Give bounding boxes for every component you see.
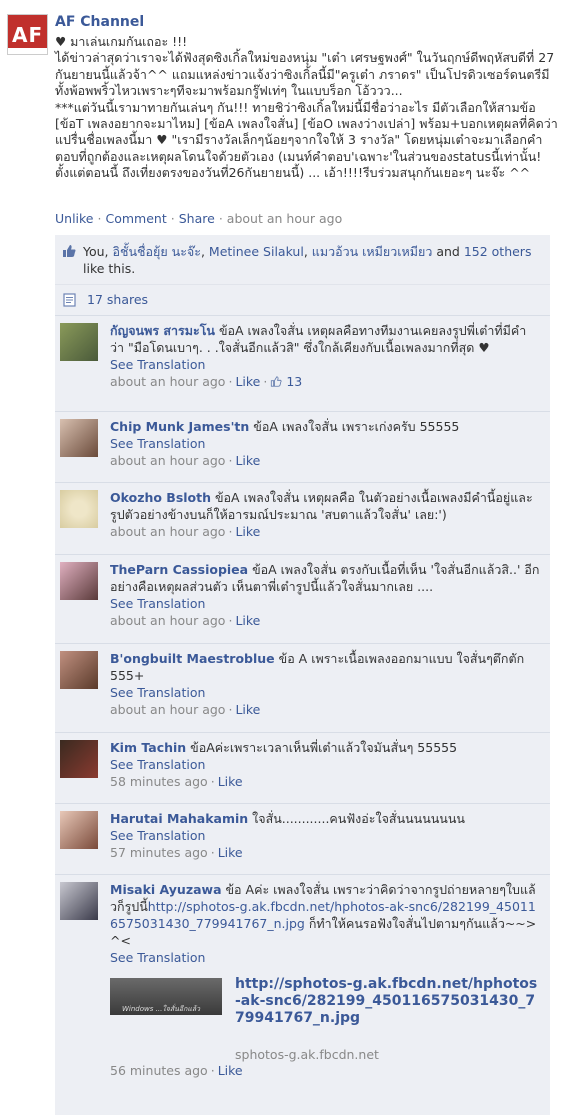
see-translation-link[interactable]: See Translation (110, 685, 205, 700)
comment-time[interactable]: about an hour ago (110, 702, 225, 717)
comment-time[interactable]: 58 minutes ago (110, 774, 208, 789)
comment-author[interactable]: Chip Munk James'tn (110, 419, 249, 434)
comment-like-link[interactable]: Like (218, 774, 243, 789)
see-translation-link[interactable]: See Translation (110, 828, 205, 843)
comment-like-link[interactable]: Like (235, 524, 260, 539)
comment: TheParn Cassiopiea ข้อA เพลงใจสั่น ตรงกั… (55, 555, 550, 644)
see-translation-link[interactable]: See Translation (110, 950, 205, 965)
thumbs-up-icon (271, 376, 282, 387)
attachment-source: sphotos-g.ak.fbcdn.net (235, 1047, 379, 1062)
comment-content: B'ongbuilt Maestroblue ข้อ A เพราะเนื้อเ… (110, 650, 540, 684)
comment-meta: 58 minutes ago · Like (110, 774, 243, 789)
commenter-avatar[interactable] (60, 562, 98, 600)
comment-meta: about an hour ago · Like (110, 453, 261, 468)
comment-time[interactable]: 56 minutes ago (110, 1063, 208, 1078)
comment-like-link[interactable]: Like (235, 702, 260, 717)
post-timestamp[interactable]: about an hour ago (227, 211, 342, 226)
comment-content: Harutai Mahakamin ใจสั่น............คนฟั… (110, 810, 540, 827)
comment-meta: 57 minutes ago · Like (110, 845, 243, 860)
comment-author[interactable]: TheParn Cassiopiea (110, 562, 248, 577)
comment-meta: about an hour ago · Like (110, 613, 261, 628)
comment: Misaki Ayuzawa ข้อ Aค่ะ เพลงใจสั่น เพราะ… (55, 875, 550, 1115)
comment-content: Okozho Bsloth ข้อA เพลงใจสั่น เหตุผลคือ … (110, 489, 540, 523)
commenter-avatar[interactable] (60, 740, 98, 778)
commenter-avatar[interactable] (60, 651, 98, 689)
commenter-avatar[interactable] (60, 811, 98, 849)
comment-link[interactable]: Comment (106, 211, 167, 226)
post-text: ♥ มาเล่นเกมกันเถอะ !!! ได้ข่าวล่าสุดว่าเ… (55, 34, 558, 181)
feedback-box: You, อิชั้นชื่อยุ้ย นะจ๊ะ, Metinee Silak… (55, 235, 550, 1115)
commenter-avatar[interactable] (60, 882, 98, 920)
page-avatar[interactable]: AF (7, 14, 48, 55)
post-actions: Unlike · Comment · Share · about an hour ago (55, 211, 343, 226)
thumbs-up-icon (63, 245, 76, 257)
comment: Harutai Mahakamin ใจสั่น............คนฟั… (55, 804, 550, 875)
comment-author[interactable]: Misaki Ayuzawa (110, 882, 222, 897)
comment: B'ongbuilt Maestroblue ข้อ A เพราะเนื้อเ… (55, 644, 550, 733)
comment-like-link[interactable]: Like (218, 1063, 243, 1078)
comment-text: ใจสั่น............คนฟังอ่ะใจสั่นนนนนนนน (248, 811, 465, 826)
commenter-avatar[interactable] (60, 323, 98, 361)
comment-content: TheParn Cassiopiea ข้อA เพลงใจสั่น ตรงกั… (110, 561, 540, 595)
comment-author[interactable]: Kim Tachin (110, 740, 186, 755)
comment-author[interactable]: B'ongbuilt Maestroblue (110, 651, 275, 666)
likes-others-link[interactable]: 152 others (464, 244, 532, 259)
comment-author[interactable]: Okozho Bsloth (110, 490, 211, 505)
comment-meta: 56 minutes ago · Like (110, 1063, 243, 1078)
comment: Okozho Bsloth ข้อA เพลงใจสั่น เหตุผลคือ … (55, 483, 550, 555)
comment-meta: about an hour ago · Like (110, 524, 261, 539)
share-icon (63, 293, 76, 307)
unlike-link[interactable]: Unlike (55, 211, 94, 226)
page-logo-text: AF (12, 23, 44, 47)
see-translation-link[interactable]: See Translation (110, 757, 205, 772)
commenter-avatar[interactable] (60, 490, 98, 528)
see-translation-link[interactable]: See Translation (110, 357, 205, 372)
comment-meta: about an hour ago · Like · 13 (110, 374, 303, 389)
liker-3[interactable]: แมวอ้วน เหมียวเหมียว (312, 244, 433, 259)
shares-link[interactable]: 17 shares (87, 292, 148, 307)
comment-like-count[interactable]: 13 (270, 374, 302, 389)
comment-content: Chip Munk James'tn ข้อA เพลงใจสั่น เพราะ… (110, 418, 540, 435)
shares-row: 17 shares (55, 285, 550, 316)
comment-time[interactable]: about an hour ago (110, 613, 225, 628)
comment-author[interactable]: Harutai Mahakamin (110, 811, 248, 826)
comment-text: ข้อAค่ะเพราะเวลาเห็นพี่เต๋าแล้วใจมันสั่น… (186, 740, 458, 755)
attachment-thumbnail[interactable]: Windows ...ใจสั่นอีกแล้ว (110, 978, 222, 1015)
comment-time[interactable]: about an hour ago (110, 524, 225, 539)
commenter-avatar[interactable] (60, 419, 98, 457)
comment: Kim Tachin ข้อAค่ะเพราะเวลาเห็นพี่เต๋าแล… (55, 733, 550, 804)
likes-row: You, อิชั้นชื่อยุ้ย นะจ๊ะ, Metinee Silak… (55, 235, 550, 285)
comment-author[interactable]: กัญจนพร สารมะโน (110, 323, 215, 338)
see-translation-link[interactable]: See Translation (110, 596, 205, 611)
comment-content: Misaki Ayuzawa ข้อ Aค่ะ เพลงใจสั่น เพราะ… (110, 881, 540, 949)
comment-time[interactable]: about an hour ago (110, 453, 225, 468)
comment-content: กัญจนพร สารมะโน ข้อA เพลงใจสั่น เหตุผลคื… (110, 322, 540, 356)
comment-like-link[interactable]: Like (218, 845, 243, 860)
comment-meta: about an hour ago · Like (110, 702, 261, 717)
attachment-link[interactable]: http://sphotos-g.ak.fbcdn.net/hphotos-ak… (235, 976, 540, 1027)
comment-text: ข้อA เพลงใจสั่น เพราะเก่งครับ 55555 (249, 419, 460, 434)
comment-time[interactable]: 57 minutes ago (110, 845, 208, 860)
page-name-link[interactable]: AF Channel (55, 14, 144, 30)
liker-2[interactable]: Metinee Silakul (209, 244, 304, 259)
comment-like-link[interactable]: Like (235, 613, 260, 628)
comment: กัญจนพร สารมะโน ข้อA เพลงใจสั่น เหตุผลคื… (55, 316, 550, 412)
comment-content: Kim Tachin ข้อAค่ะเพราะเวลาเห็นพี่เต๋าแล… (110, 739, 540, 756)
comment-like-link[interactable]: Like (235, 453, 260, 468)
comment-like-link[interactable]: Like (235, 374, 260, 389)
share-link[interactable]: Share (179, 211, 215, 226)
link-attachment: Windows ...ใจสั่นอีกแล้ว http://sphotos-… (110, 976, 540, 1062)
comment: Chip Munk James'tn ข้อA เพลงใจสั่น เพราะ… (55, 412, 550, 483)
liker-1[interactable]: อิชั้นชื่อยุ้ย นะจ๊ะ (113, 244, 201, 259)
likes-you: You, (83, 244, 113, 259)
comment-time[interactable]: about an hour ago (110, 374, 225, 389)
see-translation-link[interactable]: See Translation (110, 436, 205, 451)
